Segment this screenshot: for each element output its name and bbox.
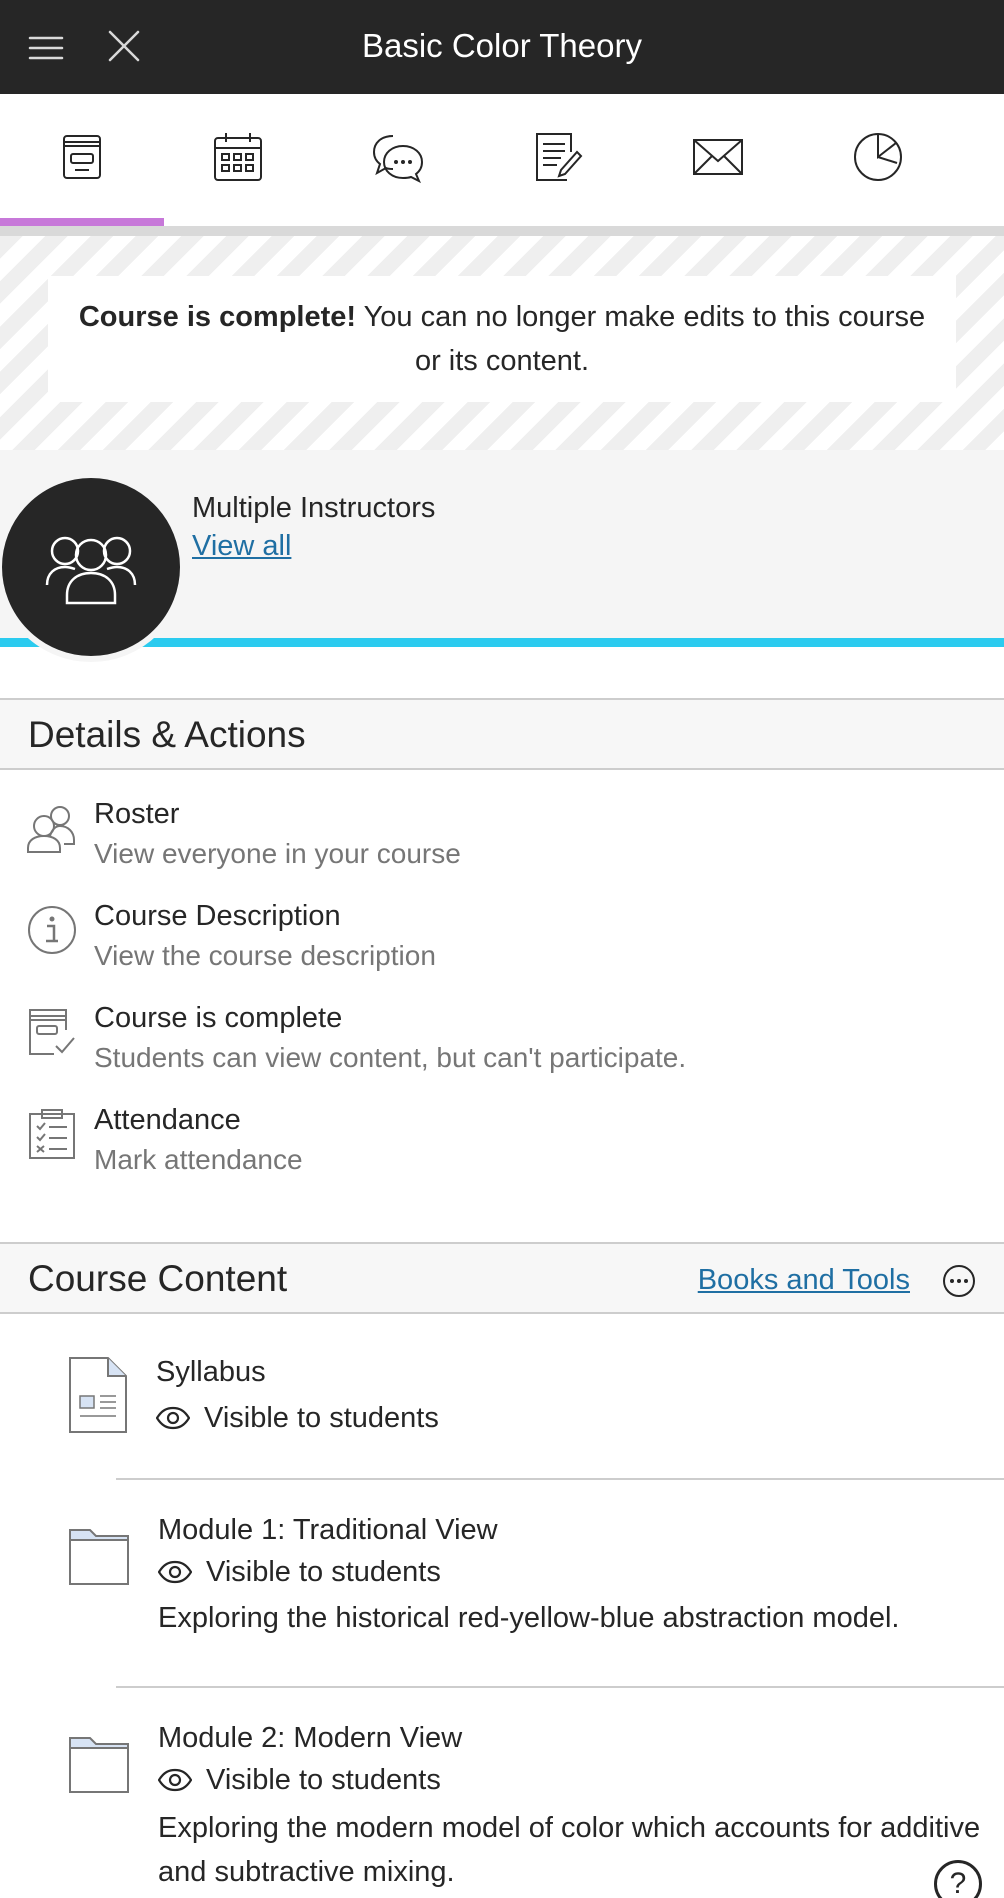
attendance-icon: [29, 1109, 75, 1159]
syllabus-title: Syllabus: [156, 1356, 266, 1388]
discussions-icon: [372, 135, 424, 184]
tab-gradebook[interactable]: [476, 94, 640, 228]
course-content-header: Course Content Books and Tools: [0, 1242, 1004, 1314]
course-complete-subtitle: Students can view content, but can't par…: [94, 1042, 687, 1073]
module-2-title: Module 2: Modern View: [158, 1722, 463, 1754]
instructors-title: Multiple Instructors: [192, 492, 436, 524]
view-all-instructors-link[interactable]: View all: [192, 528, 291, 564]
page-title: Basic Color Theory: [361, 27, 642, 64]
course-outline-icon: [63, 135, 101, 179]
tab-calendar[interactable]: [156, 94, 320, 228]
document-icon: [69, 1357, 127, 1433]
course-description-title: Course Description: [94, 900, 341, 932]
instructor-panel: Multiple Instructors View all: [0, 450, 1004, 662]
module-1-title: Module 1: Traditional View: [158, 1514, 498, 1546]
content-item-module-1[interactable]: Module 1: Traditional View Visible to st…: [0, 1512, 1004, 1692]
tab-bar: [0, 94, 1004, 228]
attendance-item[interactable]: Attendance Mark attendance: [0, 1102, 1004, 1198]
course-content-heading: Course Content: [28, 1258, 288, 1299]
attendance-subtitle: Mark attendance: [94, 1144, 303, 1175]
course-complete-icon: [29, 1009, 75, 1055]
eye-icon: [156, 1406, 190, 1430]
syllabus-visibility-text: Visible to students: [204, 1402, 439, 1434]
eye-icon: [158, 1560, 192, 1584]
roster-subtitle: View everyone in your course: [94, 838, 461, 869]
info-icon: [28, 906, 76, 954]
gradebook-icon: [536, 133, 583, 181]
attendance-title: Attendance: [94, 1104, 241, 1136]
course-complete-title: Course is complete: [94, 1002, 343, 1034]
banner-bold-text: Course is complete!: [78, 301, 357, 333]
content-item-syllabus[interactable]: Syllabus Visible to students: [0, 1350, 1004, 1470]
tab-bar-divider: [0, 226, 1004, 236]
details-actions-heading: Details & Actions: [28, 714, 306, 755]
course-description-item[interactable]: Course Description View the course descr…: [0, 898, 1004, 994]
tab-analytics[interactable]: [796, 94, 960, 228]
active-tab-indicator: [0, 218, 164, 226]
analytics-icon: [854, 133, 902, 181]
details-actions-header: Details & Actions: [0, 698, 1004, 770]
course-complete-item[interactable]: Course is complete Students can view con…: [0, 1000, 1004, 1096]
module-2-visibility: Visible to students: [158, 1762, 441, 1798]
more-options-icon[interactable]: [942, 1264, 976, 1298]
banner-message: Course is complete! You can no longer ma…: [48, 276, 956, 402]
module-1-visibility-text: Visible to students: [206, 1556, 441, 1588]
course-description-subtitle: View the course description: [94, 940, 436, 971]
module-1-visibility: Visible to students: [158, 1554, 441, 1590]
content-divider: [116, 1686, 1004, 1688]
folder-icon: [69, 1529, 129, 1585]
calendar-icon: [214, 133, 262, 181]
tab-messages[interactable]: [636, 94, 800, 228]
course-complete-banner: Course is complete! You can no longer ma…: [0, 236, 1004, 450]
roster-title: Roster: [94, 798, 180, 830]
module-1-description: Exploring the historical red-yellow-blue…: [158, 1602, 900, 1634]
instructors-avatar: [0, 472, 186, 662]
top-bar: Basic Color Theory: [0, 0, 1004, 94]
group-icon: [45, 536, 137, 605]
roster-icon: [27, 806, 75, 853]
content-item-module-2[interactable]: Module 2: Modern View Visible to student…: [0, 1720, 1004, 1898]
eye-icon: [158, 1768, 192, 1792]
module-2-visibility-text: Visible to students: [206, 1764, 441, 1796]
tab-discussions[interactable]: [316, 94, 480, 228]
content-divider: [116, 1478, 1004, 1480]
folder-icon: [69, 1737, 129, 1793]
banner-text: You can no longer make edits to this cou…: [356, 301, 926, 377]
tab-course-outline[interactable]: [0, 94, 164, 228]
module-2-description: Exploring the modern model of color whic…: [158, 1812, 981, 1888]
messages-icon: [693, 139, 743, 175]
syllabus-visibility: Visible to students: [156, 1400, 439, 1436]
roster-item[interactable]: Roster View everyone in your course: [0, 796, 1004, 892]
books-and-tools-link[interactable]: Books and Tools: [698, 1262, 910, 1298]
